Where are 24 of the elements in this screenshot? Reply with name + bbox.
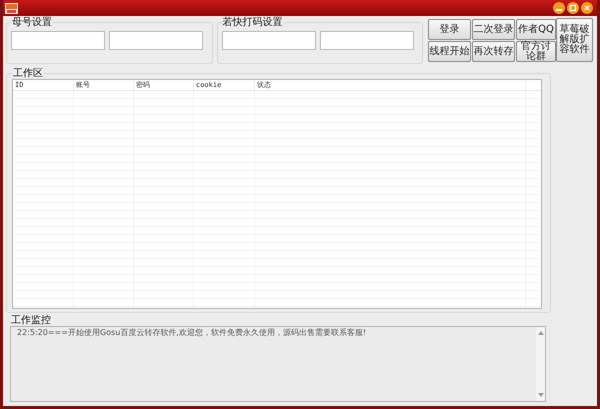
- scroll-down-icon[interactable]: [538, 393, 544, 398]
- scrollbar[interactable]: [536, 327, 545, 401]
- group-title: 若快打码设置: [222, 17, 284, 28]
- input-field[interactable]: [109, 31, 203, 50]
- expansion-software-button[interactable]: 草莓破解版扩容软件: [556, 18, 593, 62]
- group-title: 母号设置: [11, 17, 53, 28]
- input-field[interactable]: [222, 31, 316, 50]
- group-title: 工作区: [12, 68, 44, 79]
- maximize-icon[interactable]: [567, 2, 579, 14]
- author-qq-button[interactable]: 作者QQ: [516, 19, 556, 40]
- log-line: 22:5:20===开始使用Gosu百度云转存软件,欢迎您，软件免费永久使用，源码出售需要联系客服!: [16, 327, 366, 339]
- transfer-again-button[interactable]: 再次转存: [472, 41, 515, 62]
- group-title: 工作监控: [10, 315, 52, 326]
- minimize-icon[interactable]: [553, 2, 565, 14]
- scroll-up-icon[interactable]: [538, 330, 544, 335]
- log-box[interactable]: 22:5:20===开始使用Gosu百度云转存软件,欢迎您，软件免费永久使用，源码出售需要联系客服!: [10, 326, 546, 402]
- close-icon[interactable]: [581, 2, 593, 14]
- relogin-button[interactable]: 二次登录: [472, 19, 515, 40]
- input-field[interactable]: [11, 31, 105, 50]
- input-field[interactable]: [320, 31, 414, 50]
- discussion-group-button[interactable]: 官方讨论群: [516, 41, 556, 62]
- app-icon: [5, 2, 18, 14]
- login-button[interactable]: 登录: [428, 19, 471, 40]
- start-threads-button[interactable]: 线程开始: [428, 41, 471, 62]
